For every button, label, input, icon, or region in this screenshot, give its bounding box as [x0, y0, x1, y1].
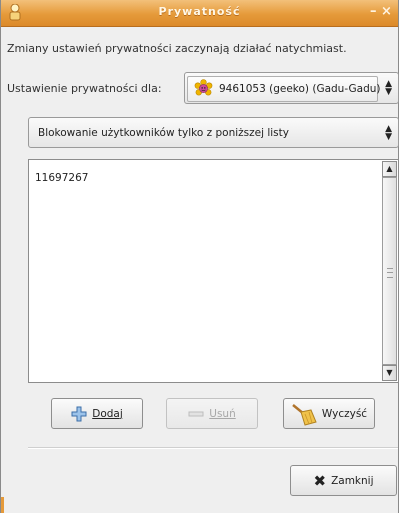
scroll-down-icon[interactable]: ▼	[382, 365, 397, 381]
scrollbar-thumb[interactable]	[382, 177, 397, 365]
minimize-close-icon[interactable]: – ×	[368, 4, 394, 20]
blocking-mode-combo[interactable]: Blokowanie użytkowników tylko z poniższe…	[28, 117, 399, 148]
close-button[interactable]: ✖ Zamknij	[290, 465, 397, 496]
account-label: Ustawienie prywatności dla:	[7, 82, 162, 95]
add-button[interactable]: Dodaj	[51, 398, 143, 429]
plus-icon	[71, 406, 87, 421]
vertical-scrollbar[interactable]: ▲ ▼	[382, 161, 397, 381]
title-bar[interactable]: Prywatność – ×	[1, 0, 398, 27]
blocked-users-list[interactable]: 11697267 ▲ ▼	[28, 159, 399, 383]
account-value: 9461053 (geeko) (Gadu-Gadu)	[219, 83, 381, 95]
scroll-up-icon[interactable]: ▲	[382, 161, 397, 177]
minus-icon	[188, 411, 204, 416]
list-item[interactable]: 11697267	[35, 172, 88, 184]
blocking-mode-value: Blokowanie użytkowników tylko z poniższe…	[38, 127, 289, 139]
clear-button-label: Wyczyść	[321, 407, 368, 420]
gadu-gadu-flower-icon	[194, 79, 213, 96]
separator	[28, 447, 398, 449]
account-selection: 9461053 (geeko) (Gadu-Gadu)	[187, 76, 381, 102]
remove-button[interactable]: Usuń	[166, 398, 258, 429]
close-x-icon: ✖	[313, 471, 327, 490]
broom-icon	[292, 403, 317, 426]
window-title: Prywatność	[158, 5, 241, 18]
close-button-label: Zamknij	[331, 474, 374, 487]
clear-button[interactable]: Wyczyść	[283, 398, 375, 429]
updown-arrows-icon: ▲ ▼	[385, 79, 392, 97]
updown-arrows-icon: ▲ ▼	[385, 123, 392, 142]
info-text: Zmiany ustawień prywatności zaczynają dz…	[7, 42, 347, 55]
add-button-label: Dodaj	[92, 407, 123, 420]
account-combo[interactable]: 9461053 (geeko) (Gadu-Gadu) ▲ ▼	[184, 72, 399, 104]
remove-button-label: Usuń	[209, 407, 236, 420]
window-corner	[1, 497, 4, 513]
privacy-dialog: Prywatność – × Zmiany ustawień prywatnoś…	[0, 0, 399, 513]
